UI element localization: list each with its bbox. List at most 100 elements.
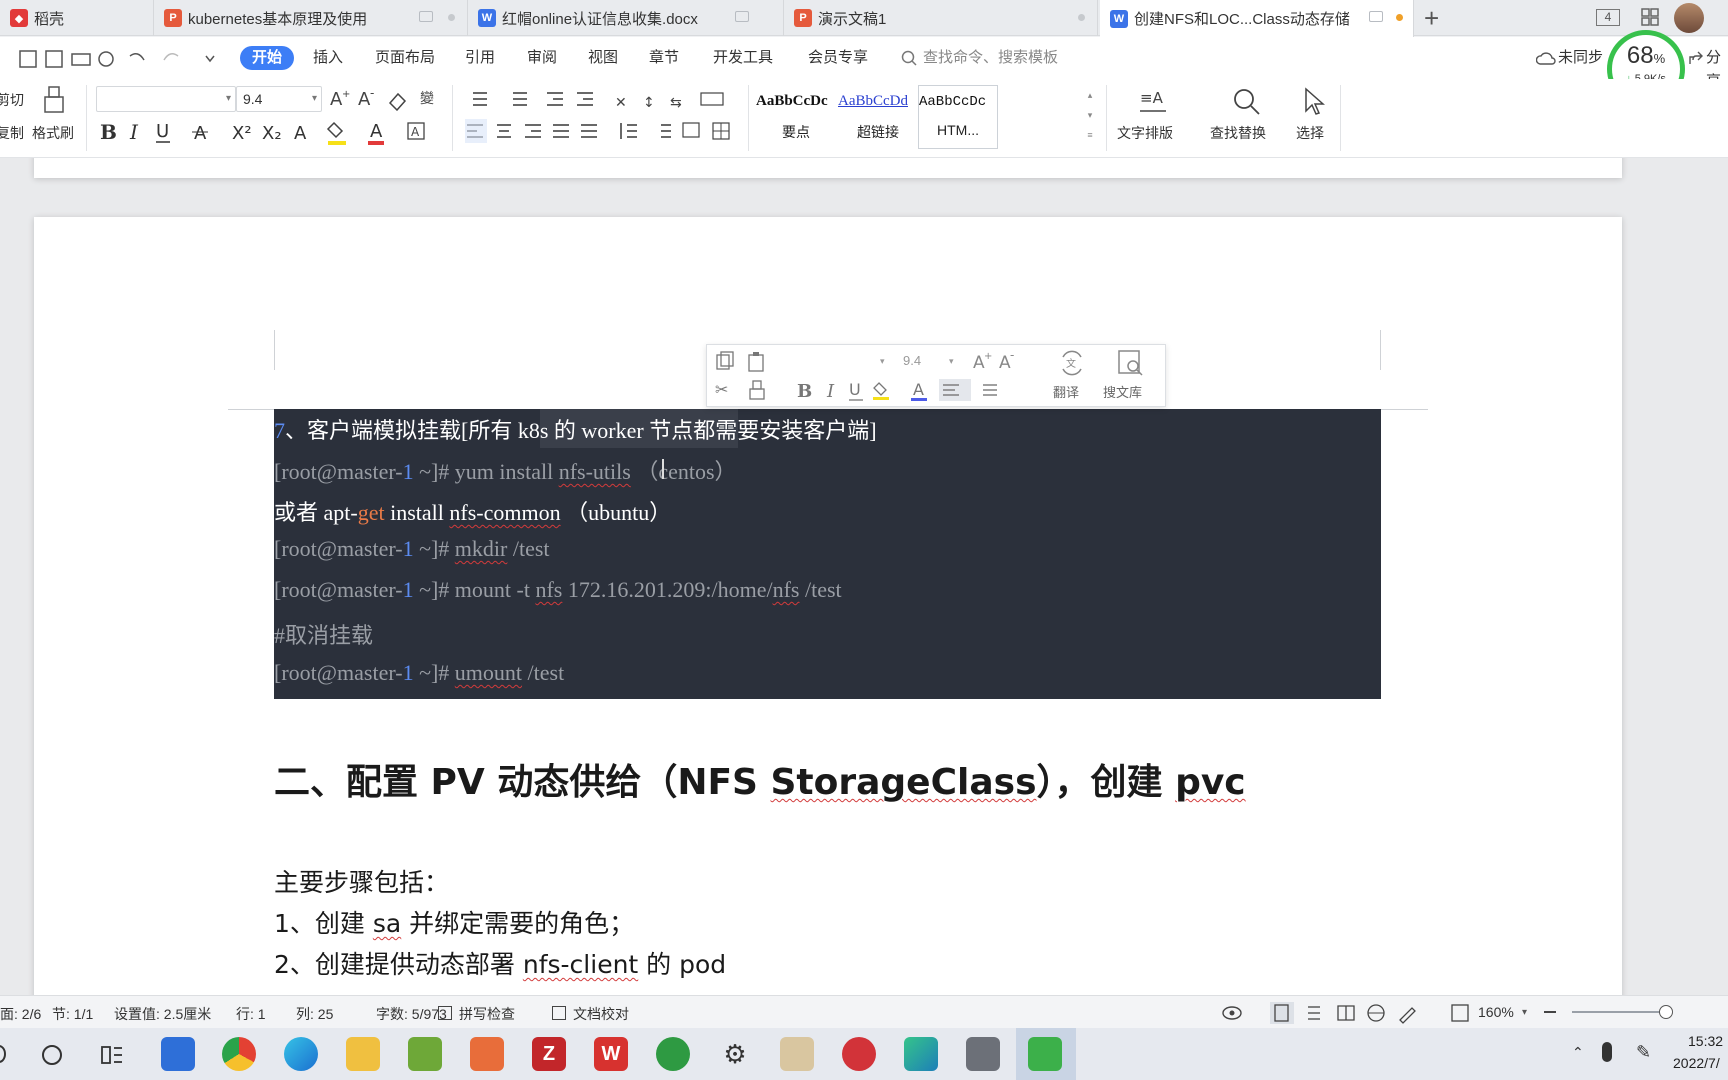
code-line-4[interactable]: [root@master-1 ~]# mkdir /test: [274, 536, 550, 562]
avatar[interactable]: [1674, 3, 1704, 33]
start-button[interactable]: [0, 1045, 6, 1063]
proofread-button[interactable]: 文档校对: [573, 1004, 629, 1024]
select-button[interactable]: 选择: [1296, 123, 1324, 143]
share-button[interactable]: 分享: [1706, 46, 1728, 90]
search-library-button[interactable]: 搜文库: [1103, 382, 1142, 401]
status-page[interactable]: 页面: 2/6: [0, 1004, 41, 1024]
style-hyperlink[interactable]: AaBbCcDd 超链接: [838, 85, 918, 149]
settings-gear-icon[interactable]: ⚙: [718, 1037, 752, 1071]
zoom-slider[interactable]: [1572, 1011, 1672, 1013]
menu-view[interactable]: 视图: [588, 46, 618, 70]
code-line-6[interactable]: #取消挂载: [274, 618, 373, 650]
steps-title[interactable]: 主要步骤包括：: [274, 863, 449, 899]
chrome-app-icon[interactable]: [222, 1037, 256, 1071]
notepad-app-icon[interactable]: [408, 1037, 442, 1071]
microphone-icon[interactable]: [1602, 1042, 1612, 1062]
menu-chapter[interactable]: 章节: [649, 46, 679, 70]
status-wordcount[interactable]: 字数: 5/973: [376, 1004, 447, 1024]
mail-app-icon[interactable]: [161, 1037, 195, 1071]
text-layout-button[interactable]: 文字排版: [1117, 123, 1173, 143]
cut-button[interactable]: 剪切: [0, 90, 24, 110]
style-scroll-buttons[interactable]: ▴ ▾ ≡: [1084, 85, 1096, 149]
pen-icon[interactable]: ✎: [1636, 1042, 1651, 1063]
code-line-1[interactable]: 7、客户端模拟挂载[所有 k8s 的 worker 节点都需要安装客户端]: [274, 413, 877, 445]
sync-status[interactable]: 未同步: [1558, 46, 1603, 70]
font-size-tools[interactable]: A + A- 變: [330, 86, 460, 112]
section-heading[interactable]: 二、配置 PV 动态供给（NFS StorageClass），创建 pvc: [274, 753, 1246, 805]
wps-app-icon[interactable]: W: [594, 1037, 628, 1071]
menu-member[interactable]: 会员专享: [808, 46, 868, 70]
paragraph-tools[interactable]: ✕ ↕ ⇆: [465, 87, 735, 149]
close-dot-icon[interactable]: [1078, 14, 1085, 21]
zoom-out-button[interactable]: [1544, 1011, 1556, 1013]
format-painter-icon: [40, 85, 68, 115]
mini-font-family-select[interactable]: ▾: [783, 349, 895, 373]
image-app-icon[interactable]: [470, 1037, 504, 1071]
file-explorer-icon[interactable]: [346, 1037, 380, 1071]
menu-home[interactable]: 开始: [240, 46, 295, 70]
font-family-select[interactable]: ▾: [96, 86, 236, 112]
status-setting-value[interactable]: 设置值: 2.5厘米: [114, 1004, 211, 1024]
close-dot-icon[interactable]: [448, 14, 455, 21]
text-format-buttons[interactable]: B I U A X² X₂ A A A: [98, 117, 438, 147]
clipboard-mini-icons[interactable]: ✂: [713, 351, 777, 403]
step-item-1[interactable]: 1、创建 sa 并绑定需要的角色；: [274, 904, 634, 940]
code-block-selected[interactable]: 7、客户端模拟挂载[所有 k8s 的 worker 节点都需要安装客户端] [r…: [274, 409, 1381, 699]
translate-button[interactable]: 翻译: [1053, 382, 1079, 401]
mini-font-size-select[interactable]: 9.4 ▾: [903, 349, 961, 373]
code-line-7[interactable]: [root@master-1 ~]# umount /test: [274, 660, 564, 686]
cortana-search-icon[interactable]: [42, 1045, 62, 1065]
style-gallery: AaBbCcDc 要点 AaBbCcDd 超链接 AaBbCcDc HTM...: [756, 85, 998, 151]
zoom-slider-handle[interactable]: [1659, 1005, 1673, 1019]
netease-music-icon[interactable]: [842, 1037, 876, 1071]
document-canvas[interactable]: 7、客户端模拟挂载[所有 k8s 的 worker 节点都需要安装客户端] [r…: [0, 158, 1728, 995]
search-icon: [901, 50, 917, 66]
tab-daoke[interactable]: ◆ 稻壳: [0, 0, 154, 36]
clock-date[interactable]: 2022/7/: [1673, 1055, 1720, 1071]
remote-desktop-icon[interactable]: [966, 1037, 1000, 1071]
app-icon[interactable]: [904, 1037, 938, 1071]
clock-time[interactable]: 15:32: [1688, 1033, 1723, 1049]
tab-kubernetes[interactable]: P kubernetes基本原理及使用: [154, 0, 468, 36]
mini-font-grow-shrink[interactable]: A + A -: [973, 348, 1023, 373]
menu-insert[interactable]: 插入: [313, 46, 343, 70]
style-emphasis[interactable]: AaBbCcDc 要点: [756, 85, 836, 149]
code-line-5[interactable]: [root@master-1 ~]# mount -t nfs 172.16.2…: [274, 577, 842, 603]
zoom-level[interactable]: 160%: [1478, 1004, 1514, 1020]
spellcheck-button[interactable]: 拼写检查: [459, 1004, 515, 1024]
command-search-input[interactable]: 查找命令、搜索模板: [923, 46, 1058, 70]
find-replace-button[interactable]: 查找替换: [1210, 123, 1266, 143]
unsaved-dot-icon[interactable]: [1396, 14, 1403, 21]
tab-presentation[interactable]: P 演示文稿1: [784, 0, 1098, 36]
tab-redhat-doc[interactable]: W 红帽online认证信息收集.docx: [468, 0, 784, 36]
format-painter-button[interactable]: 格式刷: [32, 123, 74, 143]
new-tab-button[interactable]: +: [1424, 4, 1439, 32]
chevron-down-icon[interactable]: ▾: [1522, 1007, 1527, 1018]
tab-nfs-doc[interactable]: W 创建NFS和LOC...Class动态存储: [1100, 0, 1414, 37]
menu-developer[interactable]: 开发工具: [713, 46, 773, 70]
code-line-3[interactable]: 或者 apt-get install nfs-common （ubuntu）: [274, 495, 671, 527]
wechat-app-icon[interactable]: [1028, 1037, 1062, 1071]
grid-apps-icon[interactable]: [1641, 8, 1659, 26]
step-item-2[interactable]: 2、创建提供动态部署 nfs-client 的 pod: [274, 945, 726, 981]
task-view-icon[interactable]: [100, 1044, 124, 1066]
filezilla-app-icon[interactable]: Z: [532, 1037, 566, 1071]
menu-references[interactable]: 引用: [465, 46, 495, 70]
menu-page-layout[interactable]: 页面布局: [375, 46, 435, 70]
view-mode-icons[interactable]: [1222, 1002, 1522, 1024]
status-section[interactable]: 节: 1/1: [52, 1004, 93, 1024]
evernote-app-icon[interactable]: [656, 1037, 690, 1071]
status-row[interactable]: 行: 1: [236, 1004, 266, 1024]
menu-review[interactable]: 审阅: [527, 46, 557, 70]
style-html[interactable]: AaBbCcDc HTM...: [918, 85, 998, 149]
window-count-icon[interactable]: 4: [1596, 9, 1620, 26]
mini-format-buttons[interactable]: B I U A: [783, 377, 1015, 403]
paint-app-icon[interactable]: [780, 1037, 814, 1071]
copy-button[interactable]: 复制: [0, 123, 24, 143]
chevron-up-icon[interactable]: ⌃: [1572, 1044, 1584, 1061]
edge-app-icon[interactable]: [284, 1037, 318, 1071]
status-column[interactable]: 列: 25: [296, 1004, 333, 1024]
command-arg: nfs: [772, 577, 800, 602]
code-line-2[interactable]: [root@master-1 ~]# yum install nfs-utils…: [274, 454, 737, 486]
font-size-select[interactable]: 9.4 ▾: [236, 86, 322, 112]
